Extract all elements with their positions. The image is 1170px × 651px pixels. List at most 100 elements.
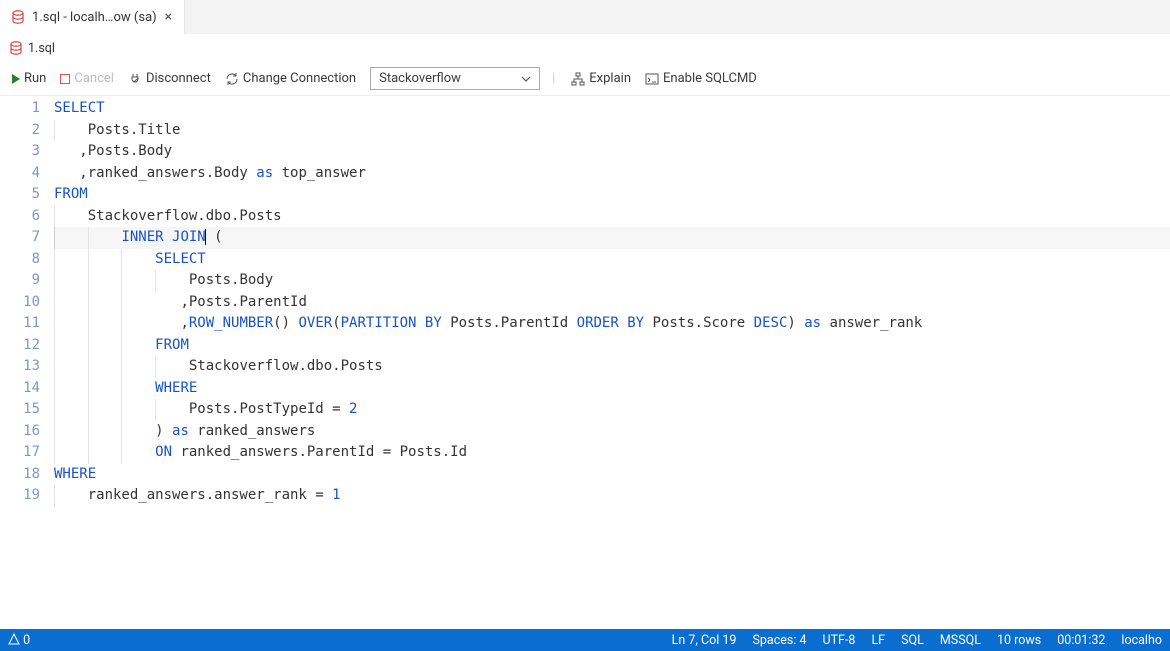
line-number: 8: [0, 249, 40, 271]
db-icon: [12, 10, 24, 24]
code-line[interactable]: SELECT: [54, 98, 1170, 120]
indent-guide: [54, 399, 55, 421]
line-number: 14: [0, 378, 40, 400]
indent-guide: [121, 442, 122, 464]
code-line[interactable]: ,ROW_NUMBER() OVER(PARTITION BY Posts.Pa…: [54, 313, 1170, 335]
code-line[interactable]: ON ranked_answers.ParentId = Posts.Id: [54, 442, 1170, 464]
line-number: 9: [0, 270, 40, 292]
indent-guide: [54, 335, 55, 357]
indent-guide: [88, 442, 89, 464]
code-line[interactable]: Posts.Title: [54, 120, 1170, 142]
indent-guide: [54, 356, 55, 378]
indent-guide: [54, 313, 55, 335]
breadcrumb-label: 1.sql: [28, 41, 55, 56]
encoding[interactable]: UTF-8: [822, 633, 855, 648]
indent-guide: [88, 313, 89, 335]
code-line[interactable]: FROM: [54, 184, 1170, 206]
editor-tab[interactable]: 1.sql - localh…ow (sa) ×: [0, 0, 185, 34]
refresh-icon: [225, 72, 239, 86]
indent-guide: [88, 227, 89, 249]
indent-guide: [121, 378, 122, 400]
line-number: 2: [0, 120, 40, 142]
code-line[interactable]: INNER JOIN (: [54, 227, 1170, 249]
indent-guide: [88, 335, 89, 357]
code-line[interactable]: SELECT: [54, 249, 1170, 271]
code-line[interactable]: ranked_answers.answer_rank = 1: [54, 485, 1170, 507]
line-number: 17: [0, 442, 40, 464]
status-bar: 0 Ln 7, Col 19 Spaces: 4 UTF-8 LF SQL MS…: [0, 629, 1170, 651]
line-number: 3: [0, 141, 40, 163]
line-number: 1: [0, 98, 40, 120]
plug-icon: [128, 72, 142, 86]
explain-button[interactable]: Explain: [567, 69, 635, 88]
chevron-down-icon: [521, 76, 531, 82]
indent-guide: [88, 378, 89, 400]
line-number: 18: [0, 464, 40, 486]
code-line[interactable]: Stackoverflow.dbo.Posts: [54, 356, 1170, 378]
code-line[interactable]: FROM: [54, 335, 1170, 357]
terminal-icon: [645, 72, 659, 86]
line-number: 5: [0, 184, 40, 206]
cursor-position[interactable]: Ln 7, Col 19: [672, 633, 737, 648]
indent-guide: [121, 313, 122, 335]
code-editor[interactable]: 12345678910111213141516171819 SELECT Pos…: [0, 96, 1170, 629]
provider[interactable]: MSSQL: [940, 633, 981, 648]
indent-guide: [88, 399, 89, 421]
language-mode[interactable]: SQL: [901, 633, 924, 648]
breadcrumb[interactable]: 1.sql: [0, 34, 1170, 62]
run-label: Run: [24, 71, 46, 86]
line-number: 13: [0, 356, 40, 378]
disconnect-button[interactable]: Disconnect: [124, 69, 215, 88]
stop-icon: [60, 74, 70, 84]
code-line[interactable]: ,ranked_answers.Body as top_answer: [54, 163, 1170, 185]
code-line[interactable]: Posts.Body: [54, 270, 1170, 292]
host[interactable]: localho: [1121, 633, 1162, 648]
indent-guide: [54, 485, 55, 507]
indent-guide: [155, 399, 156, 421]
db-icon: [10, 41, 22, 55]
tab-title: 1.sql - localh…ow (sa): [32, 10, 157, 25]
indent-guide: [88, 292, 89, 314]
database-select-value: Stackoverflow: [379, 71, 461, 86]
code-line[interactable]: ,Posts.ParentId: [54, 292, 1170, 314]
line-number: 11: [0, 313, 40, 335]
indent-guide: [121, 421, 122, 443]
indent-guide: [54, 421, 55, 443]
row-count[interactable]: 10 rows: [997, 633, 1041, 648]
problems-count: 0: [23, 633, 30, 648]
line-number: 10: [0, 292, 40, 314]
indent-setting[interactable]: Spaces: 4: [752, 633, 806, 648]
code-line[interactable]: WHERE: [54, 464, 1170, 486]
indent-guide: [121, 335, 122, 357]
code-line[interactable]: Stackoverflow.dbo.Posts: [54, 206, 1170, 228]
editor-tab-row: 1.sql - localh…ow (sa) ×: [0, 0, 1170, 34]
diagram-icon: [571, 72, 585, 86]
run-button[interactable]: Run: [8, 69, 50, 88]
line-number: 16: [0, 421, 40, 443]
close-icon[interactable]: ×: [165, 9, 172, 25]
cancel-button[interactable]: Cancel: [56, 69, 118, 88]
line-number: 7: [0, 227, 40, 249]
change-connection-label: Change Connection: [243, 71, 356, 86]
code-line[interactable]: ) as ranked_answers: [54, 421, 1170, 443]
enable-sqlcmd-button[interactable]: Enable SQLCMD: [641, 69, 761, 88]
indent-guide: [88, 249, 89, 271]
indent-guide: [54, 120, 55, 142]
code-line[interactable]: Posts.PostTypeId = 2: [54, 399, 1170, 421]
database-select[interactable]: Stackoverflow: [370, 67, 540, 90]
indent-guide: [88, 270, 89, 292]
indent-guide: [54, 206, 55, 228]
indent-guide: [155, 356, 156, 378]
indent-guide: [121, 292, 122, 314]
indent-guide: [54, 227, 55, 249]
eol[interactable]: LF: [871, 633, 885, 648]
indent-guide: [54, 270, 55, 292]
code-line[interactable]: WHERE: [54, 378, 1170, 400]
code-line[interactable]: ,Posts.Body: [54, 141, 1170, 163]
indent-guide: [121, 249, 122, 271]
sqlcmd-label: Enable SQLCMD: [663, 71, 757, 86]
code-area[interactable]: SELECT Posts.Title ,Posts.Body ,ranked_a…: [54, 96, 1170, 629]
problems-badge[interactable]: 0: [8, 633, 30, 648]
elapsed-time[interactable]: 00:01:32: [1057, 633, 1105, 648]
change-connection-button[interactable]: Change Connection: [221, 69, 360, 88]
